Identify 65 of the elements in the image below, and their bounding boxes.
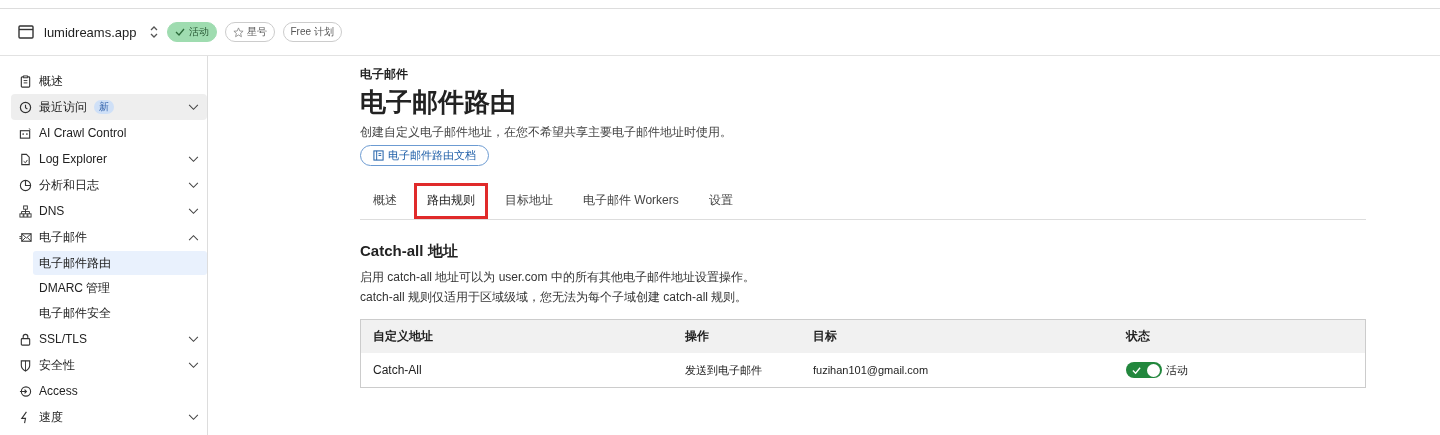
section-description: 启用 catch-all 地址可以为 user.com 中的所有其他电子邮件地址设置操作。 [360, 269, 756, 286]
sidebar-item[interactable]: 概述 [11, 68, 207, 94]
tab[interactable]: 电子邮件 Workers [570, 183, 692, 219]
tab[interactable]: 设置 [695, 183, 746, 219]
robot-icon [19, 126, 32, 140]
sidebar-label: 安全性 [39, 356, 75, 374]
new-badge: 新 [94, 100, 114, 114]
plan-badge: Free 计划 [282, 22, 342, 42]
sort-icon[interactable] [148, 25, 159, 39]
sidebar-item[interactable]: Access [11, 378, 207, 404]
sidebar-subitem[interactable]: DMARC 管理 [33, 276, 207, 300]
sidebar-label: 最近访问 [39, 98, 87, 116]
sidebar-label: SSL/TLS [39, 332, 88, 346]
book-icon [373, 150, 384, 161]
shield-icon [19, 358, 32, 372]
tab[interactable]: 目标地址 [492, 183, 566, 219]
clipboard-icon [19, 74, 32, 88]
sidebar-item[interactable]: 分析和日志 [11, 172, 207, 198]
browser-window-icon [18, 25, 34, 39]
sidebar-item[interactable]: 最近访问 新 [11, 94, 207, 120]
sidebar-label: 分析和日志 [39, 176, 99, 194]
table-cell-text: Catch-All [373, 363, 423, 377]
status-badge: 活动 [166, 22, 217, 42]
sidebar-item[interactable]: DNS [11, 198, 207, 224]
column-header: 操作 [685, 328, 710, 345]
lock-icon [19, 332, 32, 346]
column-header: 状态 [1126, 328, 1151, 345]
sidebar-label: 概述 [39, 72, 63, 90]
section-label: 电子邮件 [360, 66, 409, 83]
section-title: Catch-all 地址 [360, 242, 459, 261]
section-description: catch-all 规则仅适用于区域级域，您无法为每个子域创建 catch-all 规则。 [360, 289, 749, 306]
sidebar-label: DNS [39, 204, 65, 218]
sidebar-label: Access [39, 384, 78, 398]
page-title: 电子邮件路由 [360, 86, 517, 119]
history-icon [19, 100, 32, 114]
sign-in-icon [19, 384, 32, 398]
status-text: 活动 [1166, 362, 1188, 378]
sidebar-subitem[interactable]: 电子邮件安全 [33, 301, 207, 325]
mail-icon [19, 230, 32, 244]
network-icon [19, 204, 32, 218]
column-header: 目标 [813, 328, 838, 345]
sidebar-item[interactable]: 安全性 [11, 352, 207, 378]
page-description: 创建自定义电子邮件地址，在您不希望共享主要电子邮件地址时使用。 [360, 124, 733, 141]
star-button[interactable]: 星号 [224, 22, 275, 42]
sidebar-label: 速度 [39, 408, 63, 426]
sidebar-subitem[interactable]: 电子邮件路由 [33, 251, 207, 275]
table-cell-text: fuzihan101@gmail.com [813, 364, 930, 376]
sidebar-item[interactable]: 电子邮件 [11, 224, 207, 250]
site-name[interactable]: lumidreams.app [44, 24, 137, 40]
document-icon [19, 152, 32, 166]
toggle-switch[interactable] [1126, 362, 1162, 378]
sidebar-label: Log Explorer [39, 152, 108, 166]
sidebar-item[interactable]: 速度 [11, 404, 207, 430]
column-header: 自定义地址 [373, 328, 434, 345]
sidebar-item[interactable]: Log Explorer [11, 146, 207, 172]
tab[interactable]: 路由规则 [414, 183, 488, 219]
table-cell-text: 发送到电子邮件 [685, 362, 763, 378]
pie-chart-icon [19, 178, 32, 192]
sidebar-label: 电子邮件 [39, 228, 87, 246]
sidebar-label: AI Crawl Control [39, 126, 127, 140]
tab[interactable]: 概述 [360, 183, 410, 219]
star-icon [232, 26, 244, 38]
sidebar-item[interactable]: SSL/TLS [11, 326, 207, 352]
sidebar-item[interactable]: AI Crawl Control [11, 120, 207, 146]
check-icon [1132, 365, 1141, 375]
